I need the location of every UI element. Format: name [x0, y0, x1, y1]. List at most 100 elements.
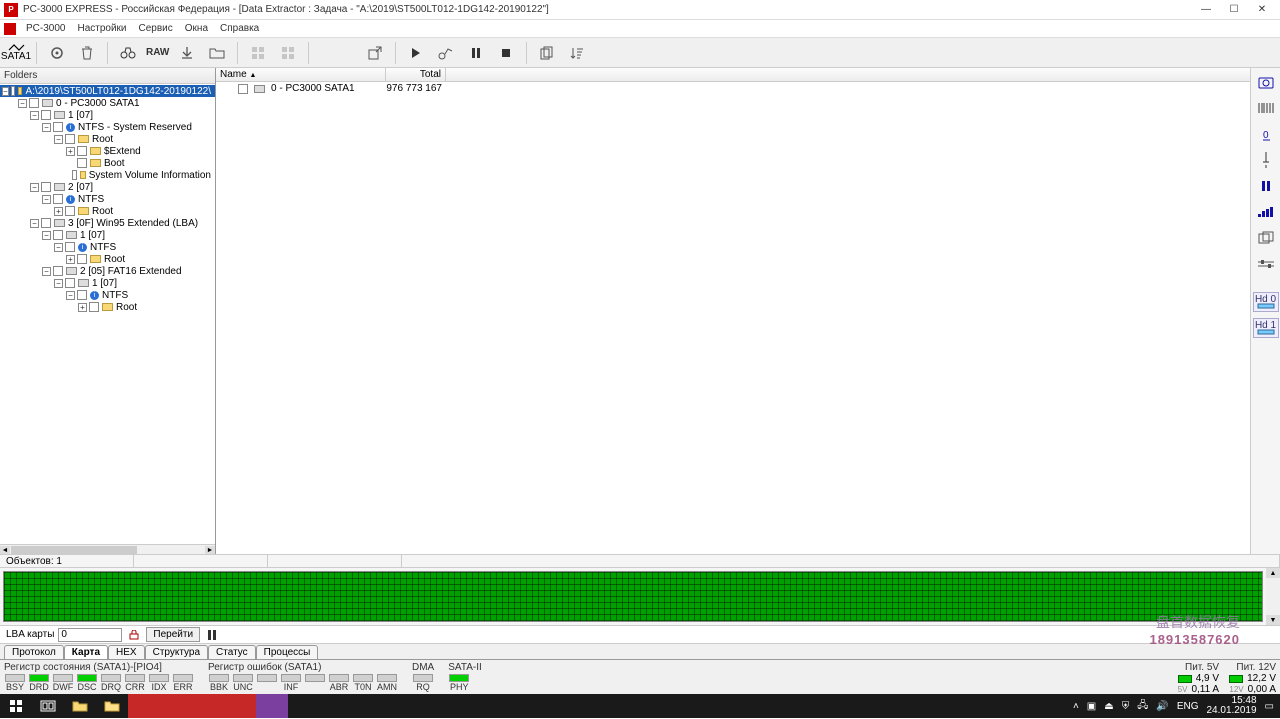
tab-structure[interactable]: Структура — [145, 645, 208, 659]
stop-button[interactable] — [494, 41, 518, 65]
tab-processes[interactable]: Процессы — [256, 645, 319, 659]
app-task-2[interactable] — [160, 694, 192, 718]
tool-export-icon[interactable] — [363, 41, 387, 65]
tab-map[interactable]: Карта — [64, 645, 108, 659]
toggle-icon[interactable]: + — [66, 255, 75, 264]
tree-item[interactable]: −iNTFS — [0, 193, 215, 205]
toggle-icon[interactable]: − — [54, 243, 63, 252]
tray-vol-icon[interactable]: 🔊 — [1156, 701, 1168, 712]
scroll-up-icon[interactable]: ▲ — [1266, 568, 1280, 578]
tree-item[interactable]: Boot — [0, 157, 215, 169]
checkbox[interactable] — [77, 290, 87, 300]
list-body[interactable]: 0 - PC3000 SATA1 976 773 167 — [216, 82, 1250, 554]
side-bars-icon[interactable] — [1255, 202, 1277, 222]
checkbox[interactable] — [77, 254, 87, 264]
scroll-thumb[interactable] — [11, 546, 137, 554]
toggle-icon[interactable]: + — [66, 147, 75, 156]
toggle-icon[interactable]: − — [18, 99, 27, 108]
tool-trash-icon[interactable] — [75, 41, 99, 65]
checkbox[interactable] — [65, 134, 75, 144]
checkbox[interactable] — [53, 230, 63, 240]
tool-gear-icon[interactable] — [45, 41, 69, 65]
checkbox[interactable] — [11, 86, 15, 96]
menu-windows[interactable]: Окна — [179, 21, 214, 36]
tool-copy-icon[interactable] — [535, 41, 559, 65]
tree-item[interactable]: System Volume Information — [0, 169, 215, 181]
col-name[interactable]: Name ▲ — [216, 68, 386, 81]
folder-tree[interactable]: −A:\2019\ST500LT012-1DG142-20190122\ −0 … — [0, 84, 215, 544]
tray-clock[interactable]: 15:48 24.01.2019 — [1206, 696, 1256, 716]
tree-item[interactable]: −iNTFS — [0, 241, 215, 253]
lba-lock-icon[interactable] — [126, 627, 142, 643]
checkbox[interactable] — [77, 158, 87, 168]
play-button[interactable] — [404, 41, 428, 65]
menu-settings[interactable]: Настройки — [71, 21, 132, 36]
toggle-icon[interactable]: − — [42, 231, 51, 240]
toggle-icon[interactable]: + — [54, 207, 63, 216]
toggle-icon[interactable]: − — [42, 123, 51, 132]
sata-indicator[interactable]: SATA1 — [4, 41, 28, 65]
tab-status[interactable]: Статус — [208, 645, 256, 659]
checkbox[interactable] — [53, 194, 63, 204]
toggle-icon[interactable]: − — [66, 291, 75, 300]
explorer-icon[interactable] — [64, 694, 96, 718]
checkbox[interactable] — [29, 98, 39, 108]
tree-item[interactable]: −1 [07] — [0, 277, 215, 289]
toggle-icon[interactable]: − — [30, 183, 39, 192]
side-probe-icon[interactable] — [1255, 150, 1277, 170]
lba-go-button[interactable]: Перейти — [146, 627, 200, 642]
checkbox[interactable] — [53, 122, 63, 132]
tree-item[interactable]: +Root — [0, 301, 215, 313]
tab-hex[interactable]: HEX — [108, 645, 145, 659]
col-total[interactable]: Total — [386, 68, 446, 81]
tree-scrollbar[interactable]: ◄ ► — [0, 544, 215, 554]
checkbox[interactable] — [65, 278, 75, 288]
menu-service[interactable]: Сервис — [133, 21, 179, 36]
tray-usb-icon[interactable]: ⏏ — [1104, 701, 1113, 712]
toggle-icon[interactable]: − — [54, 279, 63, 288]
tray-shield-icon[interactable]: ⛨ — [1122, 701, 1130, 712]
menu-pc3000[interactable]: PC-3000 — [20, 21, 71, 36]
checkbox[interactable] — [89, 302, 99, 312]
tree-root[interactable]: −A:\2019\ST500LT012-1DG142-20190122\ — [0, 85, 215, 97]
tray-net-icon[interactable]: 🖧 — [1137, 698, 1148, 715]
toggle-icon[interactable]: − — [54, 135, 63, 144]
checkbox[interactable] — [53, 266, 63, 276]
system-tray[interactable]: ˄ ▣ ⏏ ⛨ 🖧 🔊 ENG 15:48 24.01.2019 ▭ — [1073, 696, 1280, 716]
checkbox[interactable] — [238, 84, 248, 94]
raw-label[interactable]: RAW — [146, 47, 169, 58]
checkbox[interactable] — [65, 206, 75, 216]
tool-download-icon[interactable] — [175, 41, 199, 65]
tool-sort-icon[interactable] — [565, 41, 589, 65]
toggle-icon[interactable]: − — [42, 195, 51, 204]
start-button[interactable] — [0, 694, 32, 718]
tray-notif-icon[interactable]: ▭ — [1265, 701, 1274, 712]
toggle-icon[interactable]: − — [30, 219, 39, 228]
tray-lang[interactable]: ENG — [1177, 701, 1199, 712]
checkbox[interactable] — [65, 242, 75, 252]
minimize-button[interactable]: — — [1192, 1, 1220, 19]
tree-item[interactable]: −2 [05] FAT16 Extended — [0, 265, 215, 277]
tree-item[interactable]: +$Extend — [0, 145, 215, 157]
side-pause-icon[interactable] — [1255, 176, 1277, 196]
maximize-button[interactable]: ☐ — [1220, 1, 1248, 19]
scroll-down-icon[interactable]: ▼ — [1266, 615, 1280, 625]
checkbox[interactable] — [41, 110, 51, 120]
lba-pause-icon[interactable] — [204, 627, 220, 643]
side-hd1[interactable]: Hd 1 — [1253, 318, 1279, 338]
toggle-icon[interactable]: − — [2, 87, 9, 96]
app-task-4[interactable] — [224, 694, 256, 718]
toggle-icon[interactable]: + — [78, 303, 87, 312]
tree-item[interactable]: −Root — [0, 133, 215, 145]
sector-map[interactable] — [3, 571, 1263, 622]
folder-task-icon[interactable] — [96, 694, 128, 718]
tool-run-icon[interactable] — [434, 41, 458, 65]
checkbox[interactable] — [77, 146, 87, 156]
close-button[interactable]: ✕ — [1248, 1, 1276, 19]
tree-item[interactable]: −iNTFS — [0, 289, 215, 301]
tree-item[interactable]: −1 [07] — [0, 109, 215, 121]
toggle-icon[interactable]: − — [42, 267, 51, 276]
tree-item[interactable]: −0 - PC3000 SATA1 — [0, 97, 215, 109]
tree-item[interactable]: +Root — [0, 253, 215, 265]
toggle-icon[interactable]: − — [30, 111, 39, 120]
